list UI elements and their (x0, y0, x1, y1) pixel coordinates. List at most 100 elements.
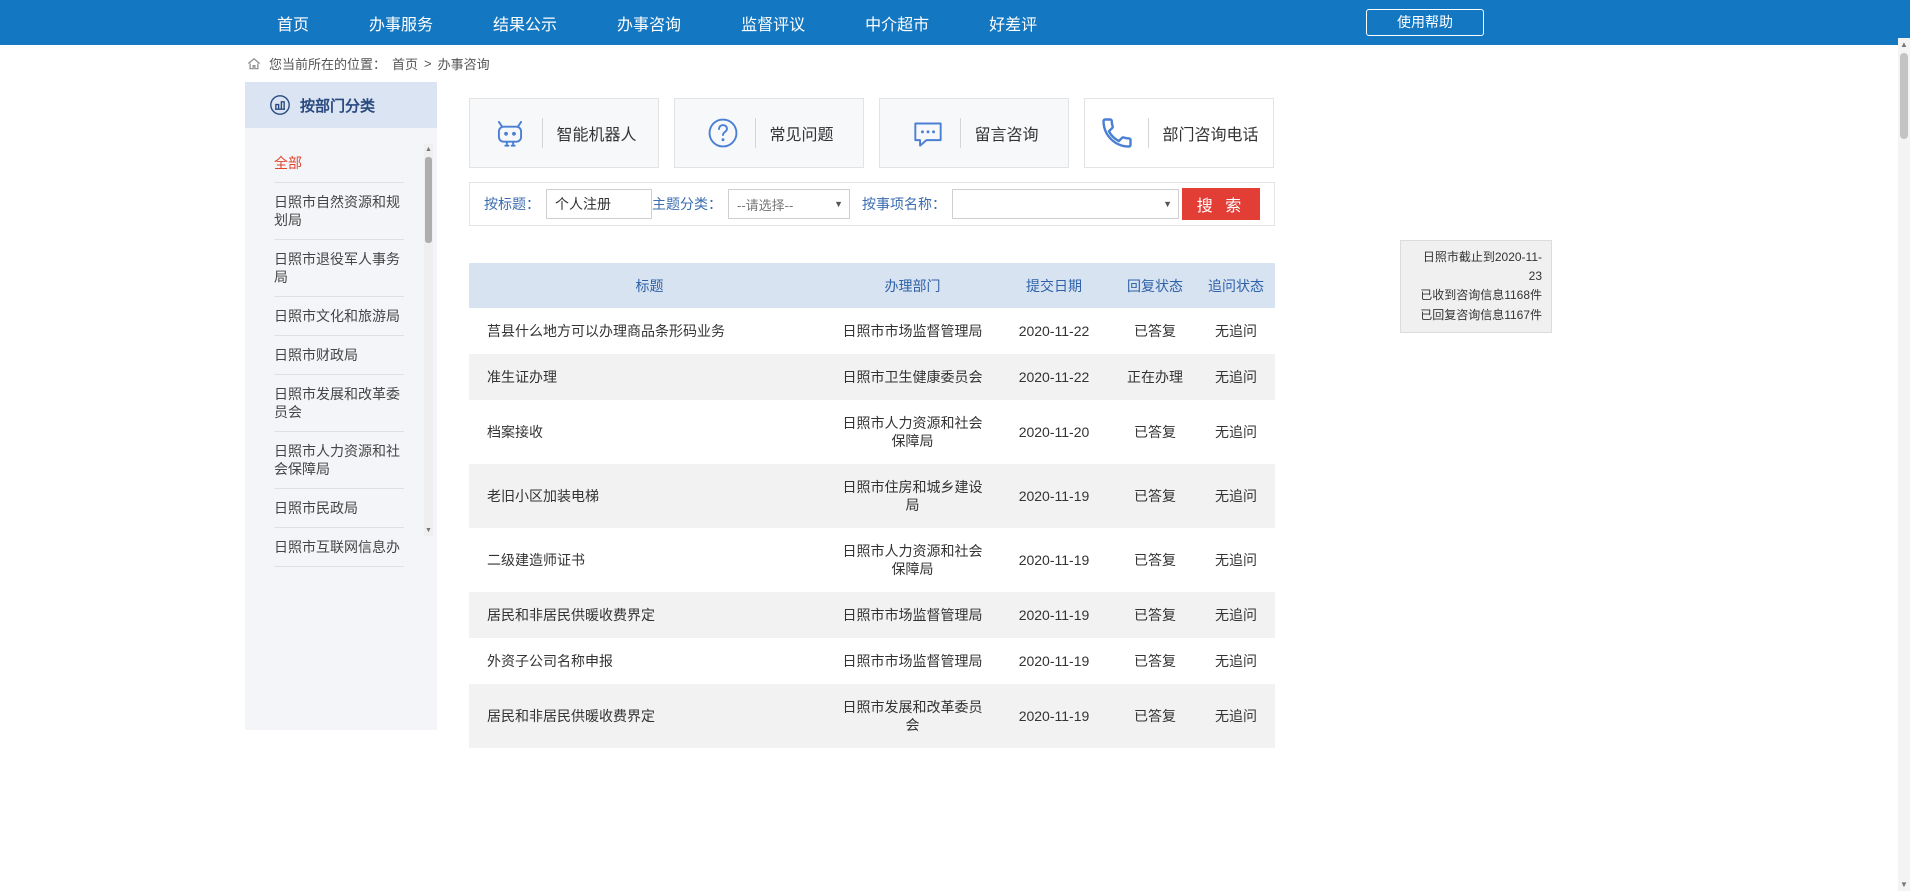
header-reply-status: 回复状态 (1113, 263, 1197, 308)
nav-item-consult[interactable]: 办事咨询 (617, 11, 681, 35)
sidebar-item-culture-tourism[interactable]: 日照市文化和旅游局 (274, 297, 404, 336)
row-reply-status: 已答复 (1113, 684, 1197, 748)
nav-item-results[interactable]: 结果公示 (493, 11, 557, 35)
row-department: 日照市发展和改革委员会 (830, 684, 995, 748)
sidebar-item-development-reform[interactable]: 日照市发展和改革委员会 (274, 375, 404, 432)
help-button[interactable]: 使用帮助 (1366, 9, 1484, 36)
card-divider (542, 118, 543, 148)
chevron-down-icon: ▼ (1163, 199, 1172, 209)
nav-items: 首页 办事服务 结果公示 办事咨询 监督评议 中介超市 好差评 (277, 11, 1037, 35)
row-department: 日照市人力资源和社会保障局 (830, 400, 995, 464)
row-date: 2020-11-20 (995, 400, 1113, 464)
sidebar-item-civil-affairs[interactable]: 日照市民政局 (274, 489, 404, 528)
row-followup-status: 无追问 (1197, 308, 1275, 354)
row-department: 日照市卫生健康委员会 (830, 354, 995, 400)
row-title[interactable]: 老旧小区加装电梯 (469, 464, 830, 528)
robot-icon (491, 114, 529, 152)
quicklink-label: 部门咨询电话 (1162, 121, 1258, 145)
page-scrollbar[interactable]: ▲ ▼ (1898, 38, 1910, 891)
sidebar-scrollbar[interactable]: ▲ ▼ (424, 144, 433, 536)
quicklink-phone-directory[interactable]: 部门咨询电话 (1084, 98, 1274, 168)
row-title[interactable]: 居民和非居民供暖收费界定 (469, 592, 830, 638)
breadcrumb: 您当前所在的位置： 首页 > 办事咨询 (0, 45, 1910, 82)
quicklink-message-consult[interactable]: 留言咨询 (879, 98, 1069, 168)
search-button[interactable]: 搜 索 (1182, 188, 1260, 220)
stats-line-2: 已收到咨询信息1168件 (1410, 286, 1542, 305)
sidebar-item-natural-resources[interactable]: 日照市自然资源和规划局 (274, 183, 404, 240)
row-title[interactable]: 莒县什么地方可以办理商品条形码业务 (469, 308, 830, 354)
header-followup-status: 追问状态 (1197, 263, 1275, 308)
nav-item-rating[interactable]: 好差评 (989, 11, 1037, 35)
card-divider (960, 118, 961, 148)
card-divider (755, 118, 756, 148)
stats-line-3: 已回复咨询信息1167件 (1410, 306, 1542, 325)
consultation-table: 标题 办理部门 提交日期 回复状态 追问状态 莒县什么地方可以办理商品条形码业务… (469, 263, 1275, 748)
table-row[interactable]: 档案接收 日照市人力资源和社会保障局 2020-11-20 已答复 无追问 (469, 400, 1275, 464)
department-sidebar: 按部门分类 全部 日照市自然资源和规划局 日照市退役军人事务局 日照市文化和旅游… (245, 82, 437, 730)
row-title[interactable]: 居民和非居民供暖收费界定 (469, 684, 830, 748)
nav-item-supervision[interactable]: 监督评议 (741, 11, 805, 35)
page-scrollbar-thumb[interactable] (1900, 53, 1908, 139)
sidebar-item-veterans[interactable]: 日照市退役军人事务局 (274, 240, 404, 297)
row-followup-status: 无追问 (1197, 400, 1275, 464)
nav-item-agency[interactable]: 中介超市 (865, 11, 929, 35)
row-date: 2020-11-19 (995, 684, 1113, 748)
quicklink-faq[interactable]: 常见问题 (674, 98, 864, 168)
sidebar-scrollbar-thumb[interactable] (425, 157, 432, 243)
row-title[interactable]: 二级建造师证书 (469, 528, 830, 592)
table-row[interactable]: 外资子公司名称申报 日照市市场监督管理局 2020-11-19 已答复 无追问 (469, 638, 1275, 684)
card-divider (1148, 118, 1149, 148)
sidebar-item-all[interactable]: 全部 (274, 144, 404, 183)
sidebar-item-human-resources[interactable]: 日照市人力资源和社会保障局 (274, 432, 404, 489)
row-department: 日照市人力资源和社会保障局 (830, 528, 995, 592)
sidebar-item-finance[interactable]: 日照市财政局 (274, 336, 404, 375)
table-row[interactable]: 二级建造师证书 日照市人力资源和社会保障局 2020-11-19 已答复 无追问 (469, 528, 1275, 592)
table-row[interactable]: 老旧小区加装电梯 日照市住房和城乡建设局 2020-11-19 已答复 无追问 (469, 464, 1275, 528)
title-search-input[interactable] (546, 189, 652, 219)
breadcrumb-home[interactable]: 首页 (392, 54, 418, 73)
message-icon (909, 114, 947, 152)
row-reply-status: 正在办理 (1113, 354, 1197, 400)
row-title[interactable]: 准生证办理 (469, 354, 830, 400)
row-date: 2020-11-19 (995, 528, 1113, 592)
category-icon (269, 94, 291, 116)
row-title[interactable]: 外资子公司名称申报 (469, 638, 830, 684)
home-icon (247, 57, 261, 70)
row-reply-status: 已答复 (1113, 528, 1197, 592)
nav-item-home[interactable]: 首页 (277, 11, 309, 35)
quicklink-cards: 智能机器人 常见问题 留言咨询 (469, 98, 1275, 168)
row-department: 日照市市场监督管理局 (830, 592, 995, 638)
row-followup-status: 无追问 (1197, 592, 1275, 638)
scroll-down-icon[interactable]: ▼ (424, 525, 433, 536)
consultation-stats-box: 日照市截止到2020-11-23 已收到咨询信息1168件 已回复咨询信息116… (1400, 240, 1552, 333)
department-list: 全部 日照市自然资源和规划局 日照市退役军人事务局 日照市文化和旅游局 日照市财… (274, 144, 404, 567)
scroll-down-icon[interactable]: ▼ (1898, 878, 1910, 891)
category-select[interactable]: --请选择-- ▼ (728, 189, 850, 219)
question-icon (704, 114, 742, 152)
table-row[interactable]: 居民和非居民供暖收费界定 日照市市场监督管理局 2020-11-19 已答复 无… (469, 592, 1275, 638)
nav-item-services[interactable]: 办事服务 (369, 11, 433, 35)
scroll-up-icon[interactable]: ▲ (1898, 38, 1910, 51)
breadcrumb-separator: > (424, 56, 432, 71)
quicklink-smart-robot[interactable]: 智能机器人 (469, 98, 659, 168)
row-department: 日照市市场监督管理局 (830, 638, 995, 684)
table-row[interactable]: 准生证办理 日照市卫生健康委员会 2020-11-22 正在办理 无追问 (469, 354, 1275, 400)
table-header: 标题 办理部门 提交日期 回复状态 追问状态 (469, 263, 1275, 308)
phone-icon (1099, 115, 1135, 151)
search-bar: 按标题： 主题分类： --请选择-- ▼ 按事项名称： ▼ 搜 索 (469, 182, 1275, 226)
sidebar-header: 按部门分类 (245, 82, 437, 128)
table-row[interactable]: 莒县什么地方可以办理商品条形码业务 日照市市场监督管理局 2020-11-22 … (469, 308, 1275, 354)
row-title[interactable]: 档案接收 (469, 400, 830, 464)
scroll-up-icon[interactable]: ▲ (424, 144, 433, 155)
item-name-select[interactable]: ▼ (952, 189, 1179, 219)
header-title: 标题 (469, 263, 830, 308)
row-followup-status: 无追问 (1197, 684, 1275, 748)
quicklink-label: 智能机器人 (556, 121, 636, 145)
table-row[interactable]: 居民和非居民供暖收费界定 日照市发展和改革委员会 2020-11-19 已答复 … (469, 684, 1275, 748)
row-date: 2020-11-22 (995, 308, 1113, 354)
sidebar-item-internet-info[interactable]: 日照市互联网信息办 (274, 528, 404, 567)
top-nav: 首页 办事服务 结果公示 办事咨询 监督评议 中介超市 好差评 使用帮助 (0, 0, 1910, 45)
row-reply-status: 已答复 (1113, 400, 1197, 464)
row-reply-status: 已答复 (1113, 308, 1197, 354)
row-followup-status: 无追问 (1197, 464, 1275, 528)
